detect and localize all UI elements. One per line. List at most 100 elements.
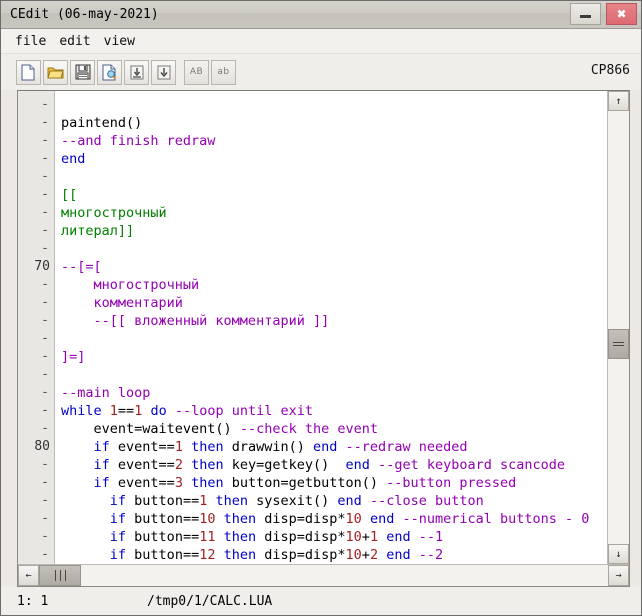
- code-token-plain: event=waitevent(): [61, 421, 240, 437]
- horizontal-scrollbar[interactable]: ← →: [18, 564, 629, 586]
- uppercase-label: AB: [189, 67, 204, 77]
- code-line: if button==10 then disp=disp*10 end --nu…: [61, 510, 607, 528]
- minimize-button[interactable]: [570, 3, 601, 25]
- code-line: --and finish redraw: [61, 132, 607, 150]
- vertical-scrollbar[interactable]: ↑ ↓: [607, 91, 629, 564]
- code-token-cmt: --[[ вложенный комментарий ]]: [61, 313, 330, 329]
- code-token-key: while: [61, 403, 110, 419]
- find-button[interactable]: [124, 59, 149, 85]
- menu-edit[interactable]: edit: [55, 33, 94, 50]
- line-marker: -: [41, 97, 49, 112]
- code-token-num: 10: [345, 529, 362, 545]
- new-file-icon: [21, 64, 35, 80]
- grip-line: [64, 570, 66, 581]
- code-token-key: if: [109, 547, 127, 563]
- code-line: if event==2 then key=getkey() end --get …: [61, 456, 607, 474]
- new-file-button[interactable]: [16, 59, 41, 85]
- code-line: if event==1 then drawwin() end --redraw …: [61, 438, 607, 456]
- close-button[interactable]: ✖: [606, 3, 637, 25]
- code-token-cmt: --loop until exit: [174, 403, 314, 419]
- code-token-key: if: [93, 475, 110, 491]
- menu-view[interactable]: view: [100, 33, 139, 50]
- code-token-str: многострочный: [61, 205, 167, 221]
- line-number-gutter: - - - - - - - - - 70 - - - - - - - - - 80 - - - - - -: [18, 91, 55, 564]
- open-folder-icon: [47, 67, 64, 78]
- code-token-num: 12: [199, 547, 216, 563]
- line-marker: -: [41, 115, 49, 130]
- code-token-cmt: ]=]: [61, 349, 86, 365]
- code-line: paintend(): [61, 114, 607, 132]
- code-line: --[=[: [61, 258, 607, 276]
- line-marker: -: [41, 547, 49, 562]
- line-marker: -: [41, 529, 49, 544]
- uppercase-button[interactable]: AB: [184, 59, 209, 85]
- code-token-plain: event==: [109, 439, 175, 455]
- vertical-scroll-thumb[interactable]: [608, 329, 629, 359]
- scroll-right-button[interactable]: →: [608, 565, 629, 586]
- code-token-cmt: --check the event: [239, 421, 378, 437]
- scroll-up-button[interactable]: ↑: [608, 91, 629, 111]
- horizontal-scroll-track[interactable]: [39, 565, 608, 586]
- code-token-key: end: [345, 457, 370, 473]
- code-token-plain: ==: [117, 403, 135, 419]
- code-token-key: if: [93, 439, 110, 455]
- code-text-area[interactable]: paintend() --and finish redraw end [[много…: [55, 91, 607, 564]
- scroll-down-button[interactable]: ↓: [608, 544, 629, 564]
- find-next-button[interactable]: [151, 59, 176, 85]
- line-marker: -: [41, 493, 49, 508]
- menu-file[interactable]: file: [11, 33, 50, 50]
- lowercase-button[interactable]: ab: [211, 59, 236, 85]
- save-button[interactable]: [70, 59, 95, 85]
- code-line: if event==3 then button=getbutton() --bu…: [61, 474, 607, 492]
- scroll-left-button[interactable]: ←: [18, 565, 39, 586]
- encoding-label[interactable]: CP866: [591, 63, 630, 78]
- code-token-plain: +: [361, 529, 370, 545]
- code-token-plain: disp=disp*: [256, 529, 346, 545]
- code-token-plain: +: [361, 547, 370, 563]
- line-number: 80: [34, 439, 50, 454]
- line-number: 70: [34, 259, 50, 274]
- line-marker: -: [41, 241, 49, 256]
- code-token-key: end: [386, 529, 411, 545]
- line-marker: -: [41, 187, 49, 202]
- horizontal-scroll-thumb[interactable]: [39, 565, 81, 586]
- editor-row: - - - - - - - - -70- - - - - - - - -80- - - - - - paintend() -…: [18, 91, 629, 564]
- code-token-num: 11: [199, 529, 216, 545]
- code-token-cmt: --numerical buttons - 0: [402, 511, 590, 527]
- code-line: while 1==1 do --loop until exit: [61, 402, 607, 420]
- line-marker: -: [41, 421, 49, 436]
- code-token-plain: sysexit(): [248, 493, 338, 509]
- line-marker: -: [41, 511, 49, 526]
- minimize-icon: [580, 15, 591, 18]
- line-marker: -: [41, 385, 49, 400]
- code-token-plain: button==: [126, 493, 200, 509]
- code-token-num: 2: [174, 457, 183, 473]
- code-token-plain: button==: [126, 547, 200, 563]
- vertical-scroll-track[interactable]: [608, 111, 629, 544]
- code-token-cmt: --1: [418, 529, 444, 545]
- window-title: CEdit (06-may-2021): [10, 7, 159, 22]
- code-token-num: 2: [369, 547, 379, 563]
- title-bar[interactable]: CEdit (06-may-2021) ✖: [1, 1, 641, 29]
- grip-line: [613, 345, 624, 346]
- grip-line: [613, 342, 624, 343]
- save-as-button[interactable]: [97, 59, 122, 85]
- file-path: /tmp0/1/CALC.LUA: [147, 593, 273, 609]
- line-marker: -: [41, 403, 49, 418]
- code-line: комментарий: [61, 294, 607, 312]
- line-marker: -: [41, 133, 49, 148]
- open-file-button[interactable]: [43, 59, 68, 85]
- code-token-cmt: --get keyboard scancode: [378, 457, 565, 473]
